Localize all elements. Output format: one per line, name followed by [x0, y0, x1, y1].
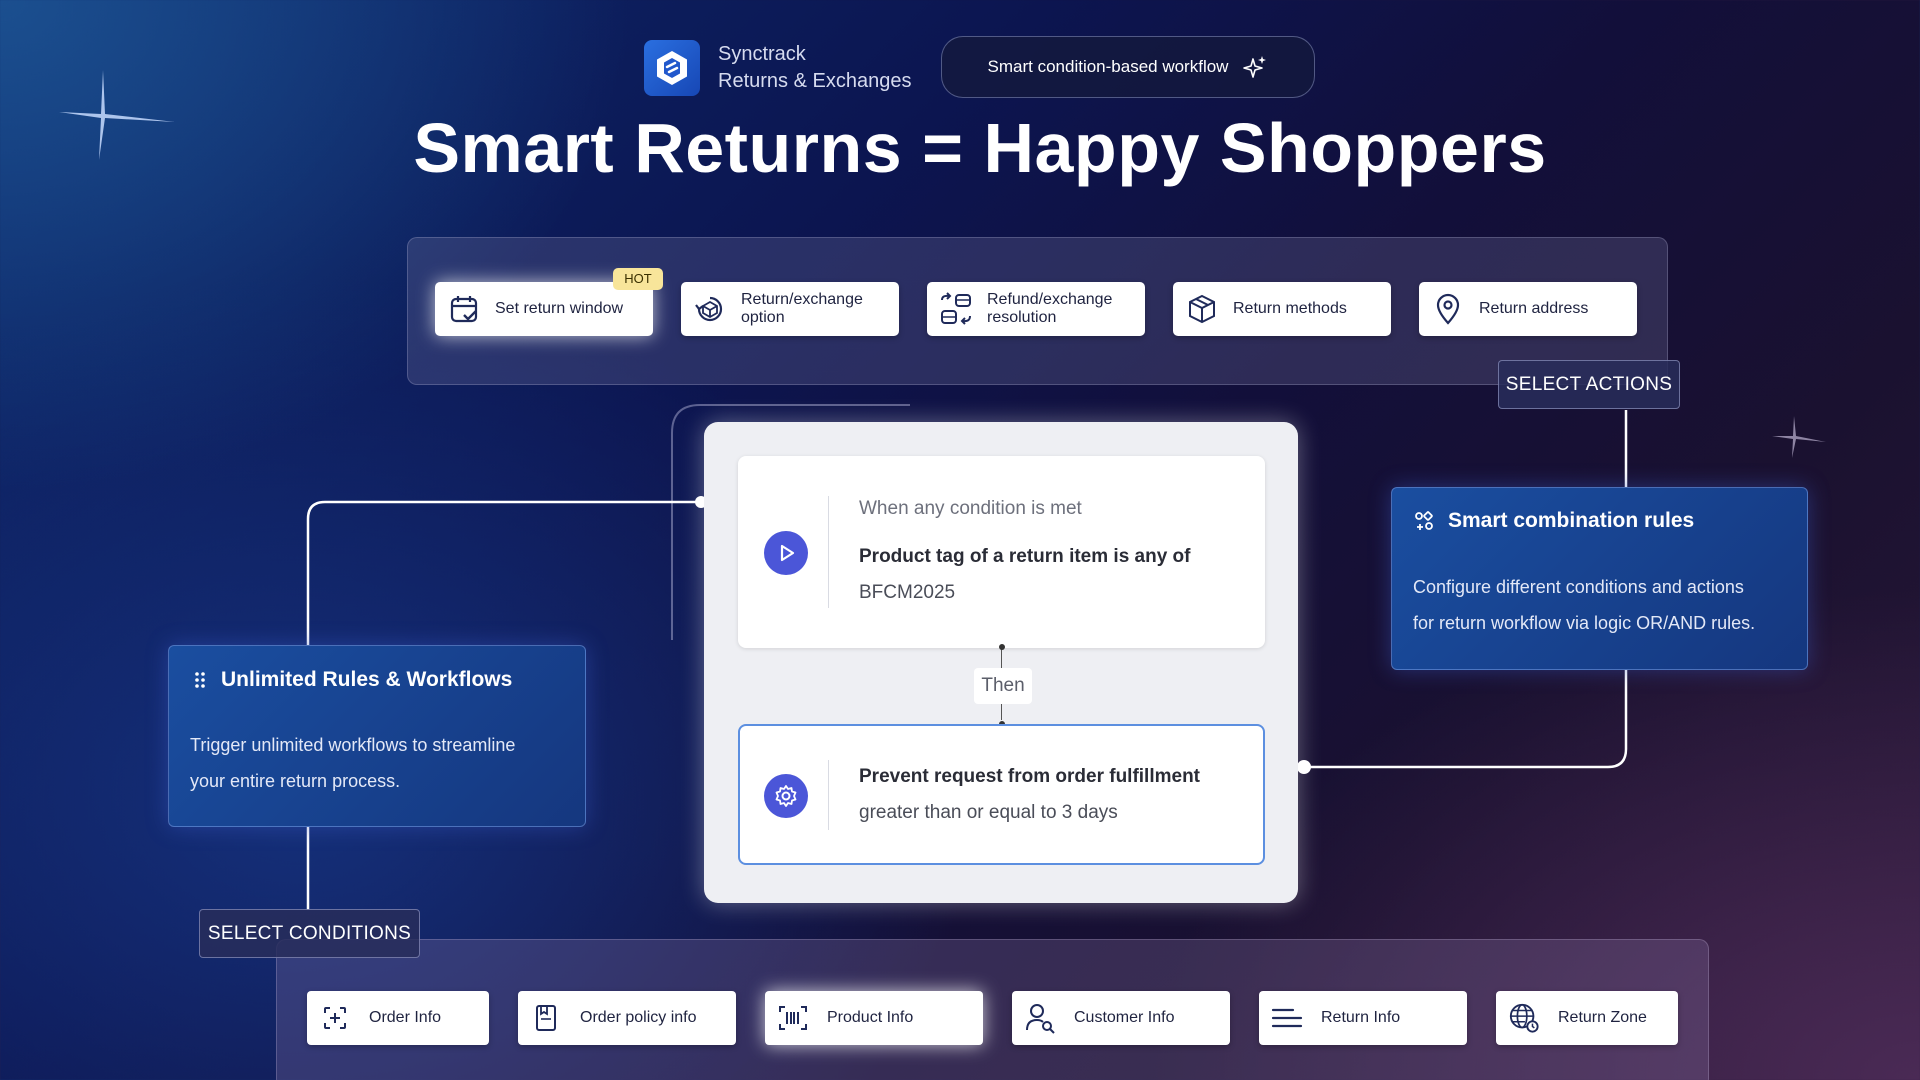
- unlimited-title: Unlimited Rules & Workflows: [221, 668, 513, 691]
- conditions-panel: [276, 939, 1709, 1080]
- condition-value: BFCM2025: [859, 582, 956, 603]
- barcode-icon: [777, 1002, 809, 1034]
- unlimited-body-1: Trigger unlimited workflows to streamlin…: [190, 735, 516, 755]
- resolution-icon: [939, 292, 973, 326]
- condition-chip-label: Return Info: [1321, 1009, 1401, 1026]
- action-chip-label: Return methods: [1233, 300, 1347, 317]
- condition-chip-label: Order policy info: [580, 1009, 697, 1026]
- action-chip-return-address[interactable]: Return address: [1419, 282, 1637, 336]
- combination-icon: [1415, 511, 1433, 530]
- condition-header: When any condition is met: [859, 498, 1082, 519]
- policy-icon: [530, 1002, 562, 1034]
- smart-rules-body-2: for return workflow via logic OR/AND rul…: [1413, 613, 1756, 633]
- action-chip-set-return-window[interactable]: Set return window: [435, 282, 653, 336]
- box-cycle-icon: [693, 292, 727, 326]
- condition-chip-label: Product Info: [827, 1009, 914, 1026]
- smart-rules-card: Smart combination rules Configure differ…: [1391, 487, 1808, 670]
- select-conditions-label: SELECT CONDITIONS: [199, 909, 420, 958]
- package-icon: [1185, 292, 1219, 326]
- hot-badge: HOT: [613, 268, 663, 290]
- gear-icon: [764, 774, 808, 818]
- unlimited-body-2: your entire return process.: [190, 771, 401, 791]
- action-chip-label: Return address: [1479, 300, 1589, 317]
- condition-chip-label: Return Zone: [1558, 1009, 1647, 1026]
- action-chip-return-exchange-option[interactable]: Return/exchange option: [681, 282, 899, 336]
- action-box[interactable]: Prevent request from order fulfillment g…: [738, 724, 1265, 865]
- action-chip-label: Set return window: [495, 300, 624, 317]
- select-actions-label: SELECT ACTIONS: [1498, 360, 1680, 409]
- condition-rule: Product tag of a return item is any of: [859, 546, 1191, 567]
- condition-chip-order-info[interactable]: Order Info: [307, 991, 489, 1045]
- action-detail: greater than or equal to 3 days: [859, 802, 1118, 823]
- calendar-check-icon: [447, 292, 481, 326]
- list-lines-icon: [1271, 1002, 1303, 1034]
- action-chip-refund-exchange-resolution[interactable]: Refund/exchange resolution: [927, 282, 1145, 336]
- condition-chip-return-info[interactable]: Return Info: [1259, 991, 1467, 1045]
- order-add-icon: [319, 1002, 351, 1034]
- condition-chip-label: Customer Info: [1074, 1009, 1175, 1026]
- unlimited-rules-card: Unlimited Rules & Workflows Trigger unli…: [168, 645, 586, 827]
- condition-chip-product-info[interactable]: Product Info: [765, 991, 983, 1045]
- customer-icon: [1024, 1002, 1056, 1034]
- condition-chip-customer-info[interactable]: Customer Info: [1012, 991, 1230, 1045]
- condition-box[interactable]: When any condition is met Product tag of…: [738, 456, 1265, 648]
- smart-rules-body-1: Configure different conditions and actio…: [1413, 577, 1744, 597]
- action-chip-return-methods[interactable]: Return methods: [1173, 282, 1391, 336]
- condition-chip-order-policy-info[interactable]: Order policy info: [518, 991, 736, 1045]
- workflow-card: When any condition is met Product tag of…: [704, 422, 1298, 903]
- globe-icon: [1508, 1002, 1540, 1034]
- condition-chip-return-zone[interactable]: Return Zone: [1496, 991, 1678, 1045]
- location-pin-icon: [1431, 292, 1465, 326]
- action-rule: Prevent request from order fulfillment: [859, 766, 1201, 787]
- then-label: Then: [974, 668, 1032, 704]
- action-chip-label: Return/exchange option: [741, 291, 863, 326]
- play-icon: [764, 531, 808, 575]
- drag-grip-icon: [195, 672, 205, 688]
- action-chip-label: Refund/exchange resolution: [987, 291, 1113, 326]
- smart-rules-title: Smart combination rules: [1448, 509, 1695, 532]
- condition-chip-label: Order Info: [369, 1009, 442, 1026]
